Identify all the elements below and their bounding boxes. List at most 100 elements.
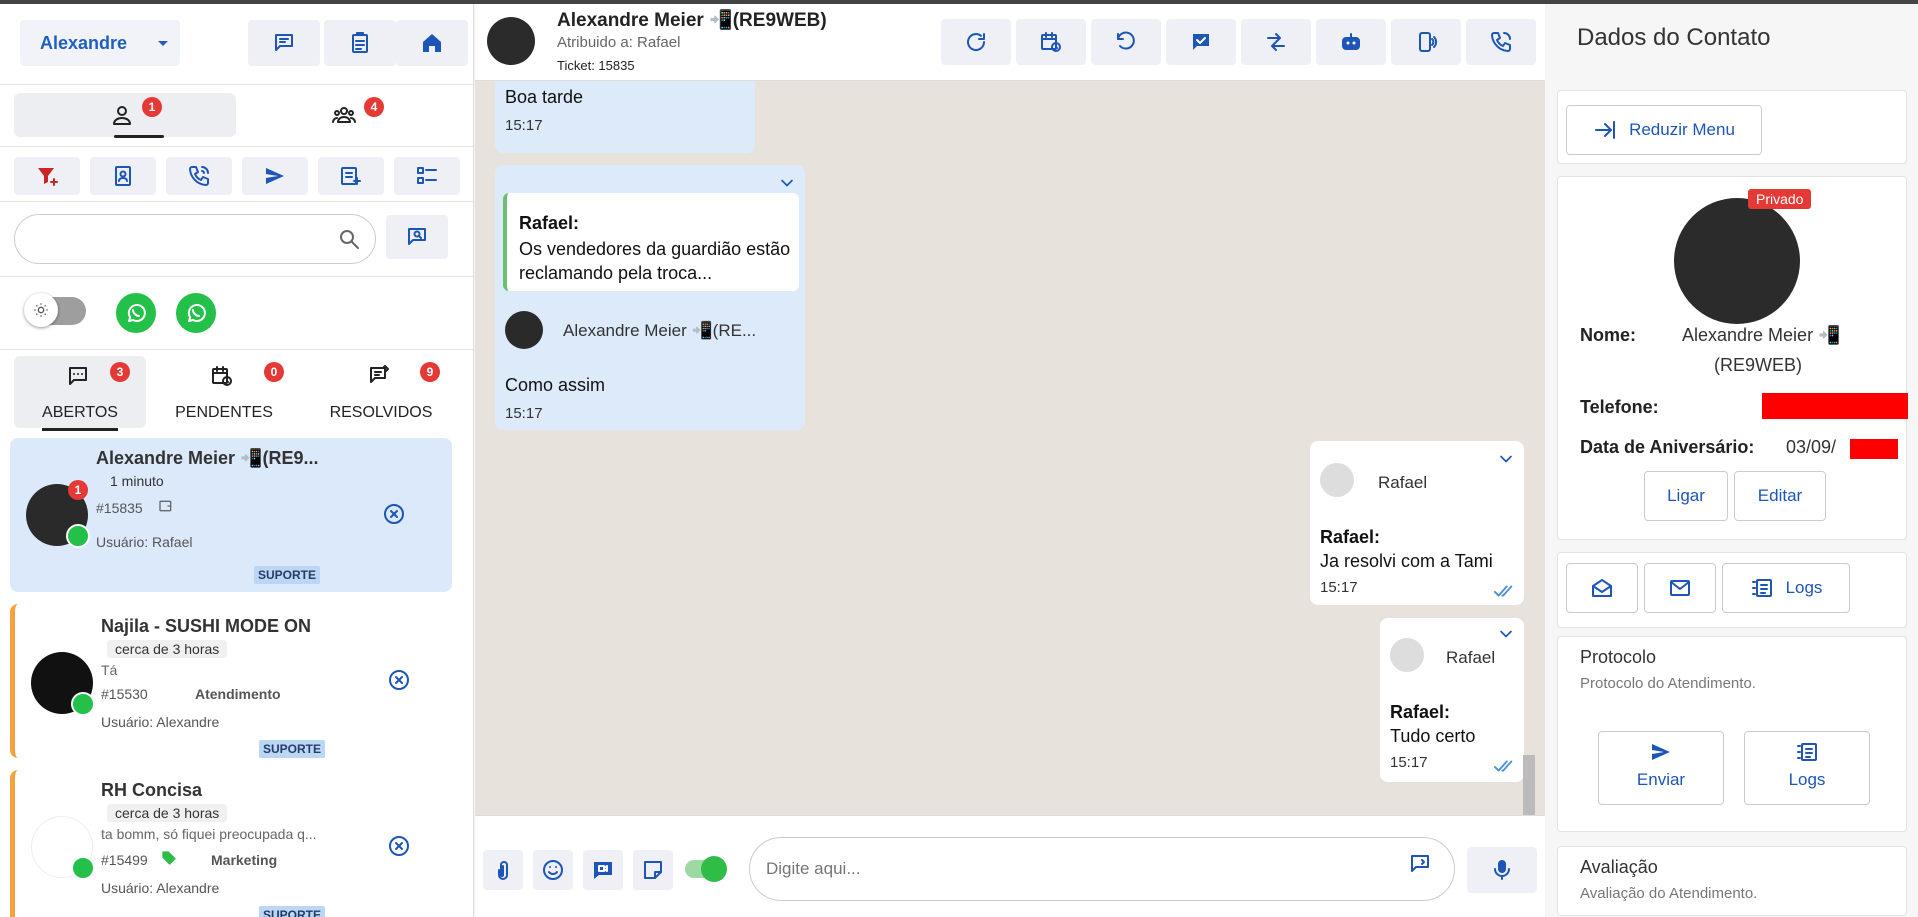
device-call-button[interactable] bbox=[1391, 19, 1461, 65]
tab-group-tickets[interactable]: 4 bbox=[236, 93, 458, 137]
signature-toggle[interactable] bbox=[685, 856, 727, 882]
search-icon[interactable] bbox=[337, 227, 361, 251]
send-protocol-button[interactable]: Enviar bbox=[1598, 731, 1724, 805]
ticket-item[interactable]: Najila - SUSHI MODE ON cerca de 3 horas … bbox=[10, 604, 452, 758]
undo-icon bbox=[1114, 30, 1138, 54]
email-button[interactable] bbox=[1644, 563, 1716, 613]
channel-row bbox=[0, 276, 473, 350]
message-icon bbox=[66, 364, 90, 388]
quick-replies-button[interactable] bbox=[583, 850, 623, 890]
notes-button[interactable] bbox=[633, 850, 673, 890]
new-note-button[interactable] bbox=[318, 157, 384, 195]
resolve-button[interactable] bbox=[1166, 19, 1236, 65]
message-text: Tudo certo bbox=[1390, 726, 1476, 746]
search-input[interactable] bbox=[31, 227, 321, 253]
ticket-id: #15835 bbox=[96, 500, 143, 516]
edit-button[interactable]: Editar bbox=[1734, 471, 1826, 521]
tab-my-tickets[interactable]: 1 bbox=[14, 93, 236, 138]
tab-pending[interactable]: 0 PENDENTES bbox=[160, 356, 288, 428]
tasks-button[interactable] bbox=[324, 20, 396, 66]
message-list: Boa tarde 15:17 Rafael: Os vendedores da… bbox=[475, 81, 1545, 815]
whatsapp-channel-2[interactable] bbox=[176, 293, 216, 333]
schedule-button[interactable] bbox=[1016, 19, 1086, 65]
calendar-clock-icon bbox=[210, 364, 234, 388]
protocol-logs-button[interactable]: Logs bbox=[1744, 731, 1870, 805]
pending-count-badge: 0 bbox=[264, 362, 284, 382]
chevron-down-icon[interactable] bbox=[777, 173, 797, 193]
message-text: Ja resolvi com a Tami bbox=[1320, 551, 1493, 571]
open-mail-button[interactable] bbox=[1566, 563, 1638, 613]
message-bubble: Boa tarde 15:17 bbox=[495, 81, 755, 153]
message-input[interactable] bbox=[766, 856, 1386, 882]
theme-toggle[interactable] bbox=[24, 293, 86, 327]
call-button[interactable]: Ligar bbox=[1644, 471, 1728, 521]
ticket-contact-name: Najila - SUSHI MODE ON bbox=[101, 616, 312, 636]
advanced-search-button[interactable] bbox=[386, 215, 448, 259]
ticket-time: cerca de 3 horas bbox=[107, 640, 228, 658]
phone-call-icon bbox=[187, 164, 211, 188]
contact-actions-card: Logs bbox=[1557, 552, 1907, 628]
ticket-user: Usuário: Alexandre bbox=[101, 880, 220, 896]
schedule-message-icon[interactable] bbox=[1408, 852, 1432, 876]
check-message-icon bbox=[1189, 30, 1213, 54]
redacted-phone bbox=[1762, 393, 1908, 419]
whatsapp-icon bbox=[71, 856, 95, 880]
tab-open-label: ABERTOS bbox=[42, 404, 118, 421]
whatsapp-icon bbox=[184, 301, 208, 325]
ticket-sidebar: Alexandre 1 4 3 ABERTOS 0 PENDENTES 9 RE… bbox=[0, 4, 474, 917]
protocol-logs-label: Logs bbox=[1788, 770, 1826, 789]
message-bubble: Rafael: Os vendedores da guardião estão … bbox=[495, 165, 805, 430]
transfer-button[interactable] bbox=[1241, 19, 1311, 65]
home-button[interactable] bbox=[396, 20, 468, 66]
chat-button[interactable] bbox=[248, 20, 320, 66]
close-ticket-icon[interactable] bbox=[382, 502, 406, 526]
double-check-icon bbox=[1494, 758, 1516, 774]
quoted-author: Rafael: bbox=[519, 213, 580, 233]
tab-indicator bbox=[114, 135, 164, 138]
ticket-sector: Marketing bbox=[211, 852, 278, 868]
filter-add-icon bbox=[35, 164, 59, 188]
paperclip-icon bbox=[491, 858, 515, 882]
tab-resolved[interactable]: 9 RESOLVIDOS bbox=[316, 356, 446, 428]
ticket-user: Usuário: Rafael bbox=[96, 534, 193, 550]
ticket-sector: Atendimento bbox=[195, 686, 281, 702]
collapse-menu-button[interactable]: Reduzir Menu bbox=[1566, 105, 1762, 155]
message-text: Como assim bbox=[505, 375, 606, 395]
whatsapp-channel-1[interactable] bbox=[116, 293, 156, 333]
message-author: Rafael: bbox=[1320, 527, 1381, 547]
voice-call-button[interactable] bbox=[1466, 19, 1536, 65]
chevron-down-icon[interactable] bbox=[1496, 624, 1516, 644]
calls-button[interactable] bbox=[166, 157, 232, 195]
avatar bbox=[487, 17, 535, 65]
refresh-icon bbox=[964, 30, 988, 54]
search-box bbox=[14, 214, 376, 264]
return-button[interactable] bbox=[1091, 19, 1161, 65]
contact-book-icon bbox=[111, 164, 135, 188]
calendar-clock-icon bbox=[1039, 30, 1063, 54]
queue-tag: SUPORTE bbox=[254, 566, 321, 584]
record-audio-button[interactable] bbox=[1467, 847, 1537, 893]
send-broadcast-button[interactable] bbox=[242, 157, 308, 195]
quoted-message[interactable]: Rafael: Os vendedores da guardião estão … bbox=[503, 193, 799, 291]
contact-logs-button[interactable]: Logs bbox=[1722, 563, 1850, 613]
chevron-down-icon[interactable] bbox=[1496, 449, 1516, 469]
message-text: Boa tarde bbox=[505, 87, 584, 107]
emoji-button[interactable] bbox=[533, 850, 573, 890]
filter-button[interactable] bbox=[14, 157, 80, 195]
ticket-item[interactable]: 1 Alexandre Meier 📲(RE9... 1 minuto #158… bbox=[10, 438, 452, 592]
checklist-button[interactable] bbox=[394, 157, 460, 195]
close-ticket-icon[interactable] bbox=[387, 668, 411, 692]
user-selector[interactable]: Alexandre bbox=[20, 20, 180, 66]
avatar bbox=[1320, 463, 1354, 497]
refresh-button[interactable] bbox=[941, 19, 1011, 65]
bot-button[interactable] bbox=[1316, 19, 1386, 65]
ticket-contact-name: Alexandre Meier 📲(RE9... bbox=[96, 448, 319, 468]
message-sender: Alexandre Meier 📲(RE... bbox=[563, 321, 757, 340]
note-add-icon bbox=[339, 164, 363, 188]
ticket-item[interactable]: RH Concisa cerca de 3 horas ta bomm, só … bbox=[10, 770, 452, 917]
contacts-button[interactable] bbox=[90, 157, 156, 195]
scrollbar[interactable] bbox=[1523, 755, 1535, 815]
tab-open[interactable]: 3 ABERTOS bbox=[14, 356, 146, 431]
attach-button[interactable] bbox=[483, 850, 523, 890]
close-ticket-icon[interactable] bbox=[387, 834, 411, 858]
